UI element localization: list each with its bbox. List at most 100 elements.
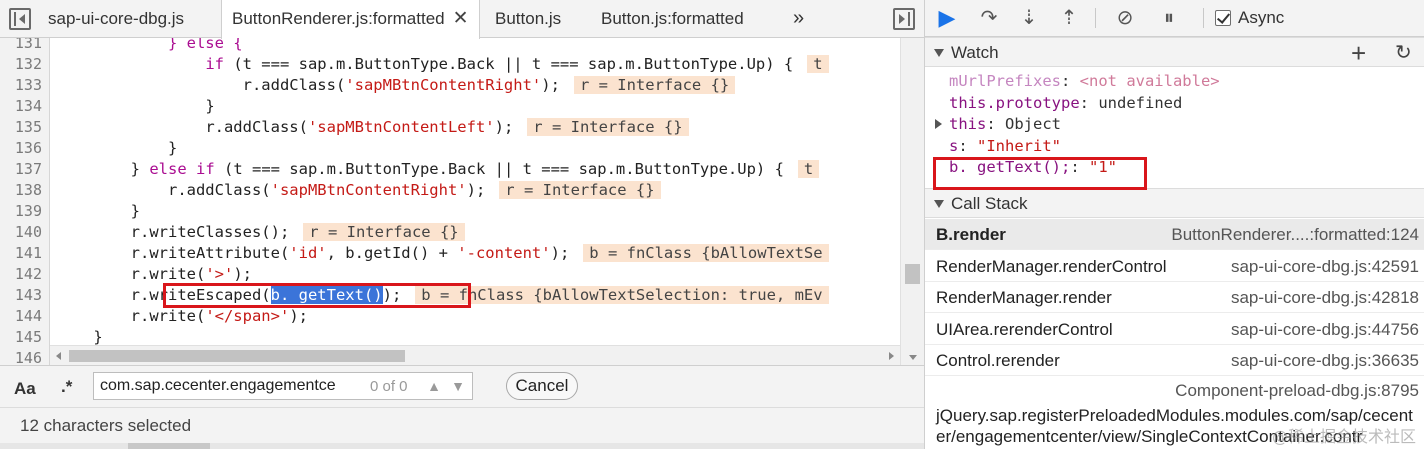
tab-overflow-icon[interactable]: » — [793, 0, 804, 36]
resume-icon[interactable]: ▶ — [933, 0, 961, 36]
call-frame-location[interactable]: Component-preload-dbg.js:8795 — [1175, 381, 1419, 401]
call-frame[interactable]: RenderManager.renderControl sap-ui-core-d… — [925, 251, 1424, 282]
call-frame-location[interactable]: sap-ui-core-dbg.js:36635 — [1231, 351, 1419, 371]
scroll-down-arrow-icon[interactable] — [909, 355, 917, 360]
line-number[interactable]: 136 — [0, 138, 42, 159]
code-line[interactable]: 143 r.writeEscaped(b. getText()); b = fnC… — [0, 285, 900, 306]
line-number[interactable]: 138 — [0, 180, 42, 201]
cancel-search-button[interactable]: Cancel — [506, 372, 578, 400]
add-watch-expression-icon[interactable]: + — [1351, 38, 1366, 68]
call-frame[interactable]: RenderManager.render sap-ui-core-dbg.js:4… — [925, 282, 1424, 313]
vertical-scrollbar-thumb[interactable] — [905, 264, 920, 284]
code-line[interactable]: 134 } — [0, 96, 900, 117]
scroll-right-arrow-icon[interactable] — [889, 352, 894, 360]
call-frame-location[interactable]: ButtonRenderer....:formatted:124 — [1171, 225, 1419, 245]
watch-expression[interactable]: this: Object — [949, 113, 1061, 135]
line-number[interactable]: 141 — [0, 243, 42, 264]
line-number[interactable]: 145 — [0, 327, 42, 348]
deactivate-breakpoints-icon[interactable]: ⊘ — [1111, 0, 1139, 36]
line-number[interactable]: 133 — [0, 75, 42, 96]
expand-arrow-icon[interactable] — [935, 119, 942, 129]
watch-expression[interactable]: this.prototype: undefined — [949, 92, 1182, 114]
code-line[interactable]: 142 r.write('>'); — [0, 264, 900, 285]
search-input[interactable] — [94, 373, 364, 399]
close-tab-icon[interactable]: ✕ — [453, 8, 469, 29]
watch-expression[interactable]: mUrlPrefixes: <not available> — [949, 70, 1220, 92]
call-frame-location[interactable]: sap-ui-core-dbg.js:42818 — [1231, 288, 1419, 308]
tab-button-js[interactable]: Button.js — [487, 0, 569, 38]
code-token: r.addClass( — [242, 76, 346, 94]
watch-expression-value: <not available> — [1079, 72, 1220, 90]
line-number[interactable]: 139 — [0, 201, 42, 222]
collapse-arrow-icon[interactable] — [934, 200, 944, 208]
step-into-icon[interactable]: ⇣ — [1015, 0, 1043, 36]
bottom-scroll-thumb[interactable] — [128, 443, 210, 449]
watch-expression-name: this — [949, 115, 987, 133]
line-number[interactable]: 143 — [0, 285, 42, 306]
collapse-arrow-icon[interactable] — [934, 49, 944, 57]
inline-value: r = Interface {} — [573, 76, 736, 94]
line-number[interactable]: 140 — [0, 222, 42, 243]
watch-expression[interactable]: s: "Inherit" — [949, 135, 1061, 157]
code-line[interactable]: 144 r.write('</span>'); — [0, 306, 900, 327]
line-number[interactable]: 146 — [0, 348, 42, 365]
next-match-icon[interactable]: ▼ — [447, 375, 469, 397]
line-number[interactable]: 144 — [0, 306, 42, 327]
call-frame[interactable]: UIArea.rerenderControl sap-ui-core-dbg.js… — [925, 314, 1424, 345]
bottom-scroll-strip[interactable] — [0, 443, 924, 449]
code-line[interactable]: 140 r.writeClasses(); r = Interface {} — [0, 222, 900, 243]
watch-section-header[interactable]: Watch + ↻ — [925, 37, 1424, 68]
call-stack-list: B.render ButtonRenderer....:formatted:124… — [925, 219, 1424, 449]
code-line[interactable]: 131 } else { — [0, 38, 900, 54]
call-frame-location[interactable]: sap-ui-core-dbg.js:42591 — [1231, 257, 1419, 277]
code-text: r.write('>'); — [56, 264, 252, 285]
code-line[interactable]: 141 r.writeAttribute('id', b.getId() + '… — [0, 243, 900, 264]
line-number[interactable]: 132 — [0, 54, 42, 75]
code-line[interactable]: 136 } — [0, 138, 900, 159]
step-over-icon[interactable]: ↷ — [975, 0, 1003, 36]
code-line[interactable]: 133 r.addClass('sapMBtnContentRight'); r … — [0, 75, 900, 96]
code-line[interactable]: 132 if (t === sap.m.ButtonType.Back || t… — [0, 54, 900, 75]
horizontal-scrollbar-thumb[interactable] — [69, 350, 405, 362]
horizontal-scrollbar[interactable] — [50, 345, 900, 365]
call-frame-location[interactable]: sap-ui-core-dbg.js:44756 — [1231, 320, 1419, 340]
watch-expression-name: b. getText(); — [949, 158, 1071, 176]
call-frame[interactable]: Control.rerender sap-ui-core-dbg.js:36635 — [925, 345, 1424, 376]
code-token: ); — [289, 307, 308, 325]
code-editor[interactable]: 131 } else {132 if (t === sap.m.ButtonTy… — [0, 38, 924, 365]
match-count: 0 of 0 — [370, 378, 408, 395]
previous-match-icon[interactable]: ▲ — [423, 375, 445, 397]
vertical-scrollbar[interactable] — [900, 38, 924, 365]
refresh-watch-icon[interactable]: ↻ — [1395, 39, 1412, 67]
call-frame[interactable]: B.render ButtonRenderer....:formatted:124 — [925, 219, 1424, 250]
code-line[interactable]: 138 r.addClass('sapMBtnContentRight'); r … — [0, 180, 900, 201]
regex-button[interactable]: .* — [61, 377, 72, 397]
code-token: '>' — [205, 265, 234, 283]
line-number[interactable]: 131 — [0, 38, 42, 54]
line-number[interactable]: 142 — [0, 264, 42, 285]
toggle-debugger-sidebar-icon[interactable] — [893, 8, 915, 30]
call-frame-function: UIArea.rerenderControl — [936, 319, 1113, 339]
tab-button-js-formatted[interactable]: Button.js:formatted — [593, 0, 752, 38]
match-case-button[interactable]: Aa — [14, 379, 36, 399]
code-line[interactable]: 135 r.addClass('sapMBtnContentLeft'); r =… — [0, 117, 900, 138]
step-out-icon[interactable]: ⇡ — [1055, 0, 1083, 36]
call-stack-section-header[interactable]: Call Stack — [925, 188, 1424, 218]
tab-buttonrenderer-formatted[interactable]: ButtonRenderer.js:formatted ✕ — [221, 0, 480, 39]
code-line[interactable]: 137 } else if (t === sap.m.ButtonType.Ba… — [0, 159, 900, 180]
line-number[interactable]: 134 — [0, 96, 42, 117]
code-line[interactable]: 139 } — [0, 201, 900, 222]
code-token: 'sapMBtnContentRight' — [270, 181, 467, 199]
watch-expression-value: undefined — [1098, 93, 1183, 112]
inline-value: b = fnClass {bAllowTextSelection: true, … — [415, 286, 829, 304]
line-number[interactable]: 137 — [0, 159, 42, 180]
async-checkbox[interactable] — [1215, 10, 1231, 26]
scroll-left-arrow-icon[interactable] — [56, 352, 61, 360]
line-number[interactable]: 135 — [0, 117, 42, 138]
watch-expression[interactable]: b. getText();: "1" — [949, 156, 1117, 178]
tab-sap-ui-core-dbg[interactable]: sap-ui-core-dbg.js — [30, 0, 202, 38]
toggle-navigator-icon[interactable] — [9, 8, 31, 30]
pause-on-exceptions-icon[interactable]: ⏸ — [1155, 0, 1183, 36]
